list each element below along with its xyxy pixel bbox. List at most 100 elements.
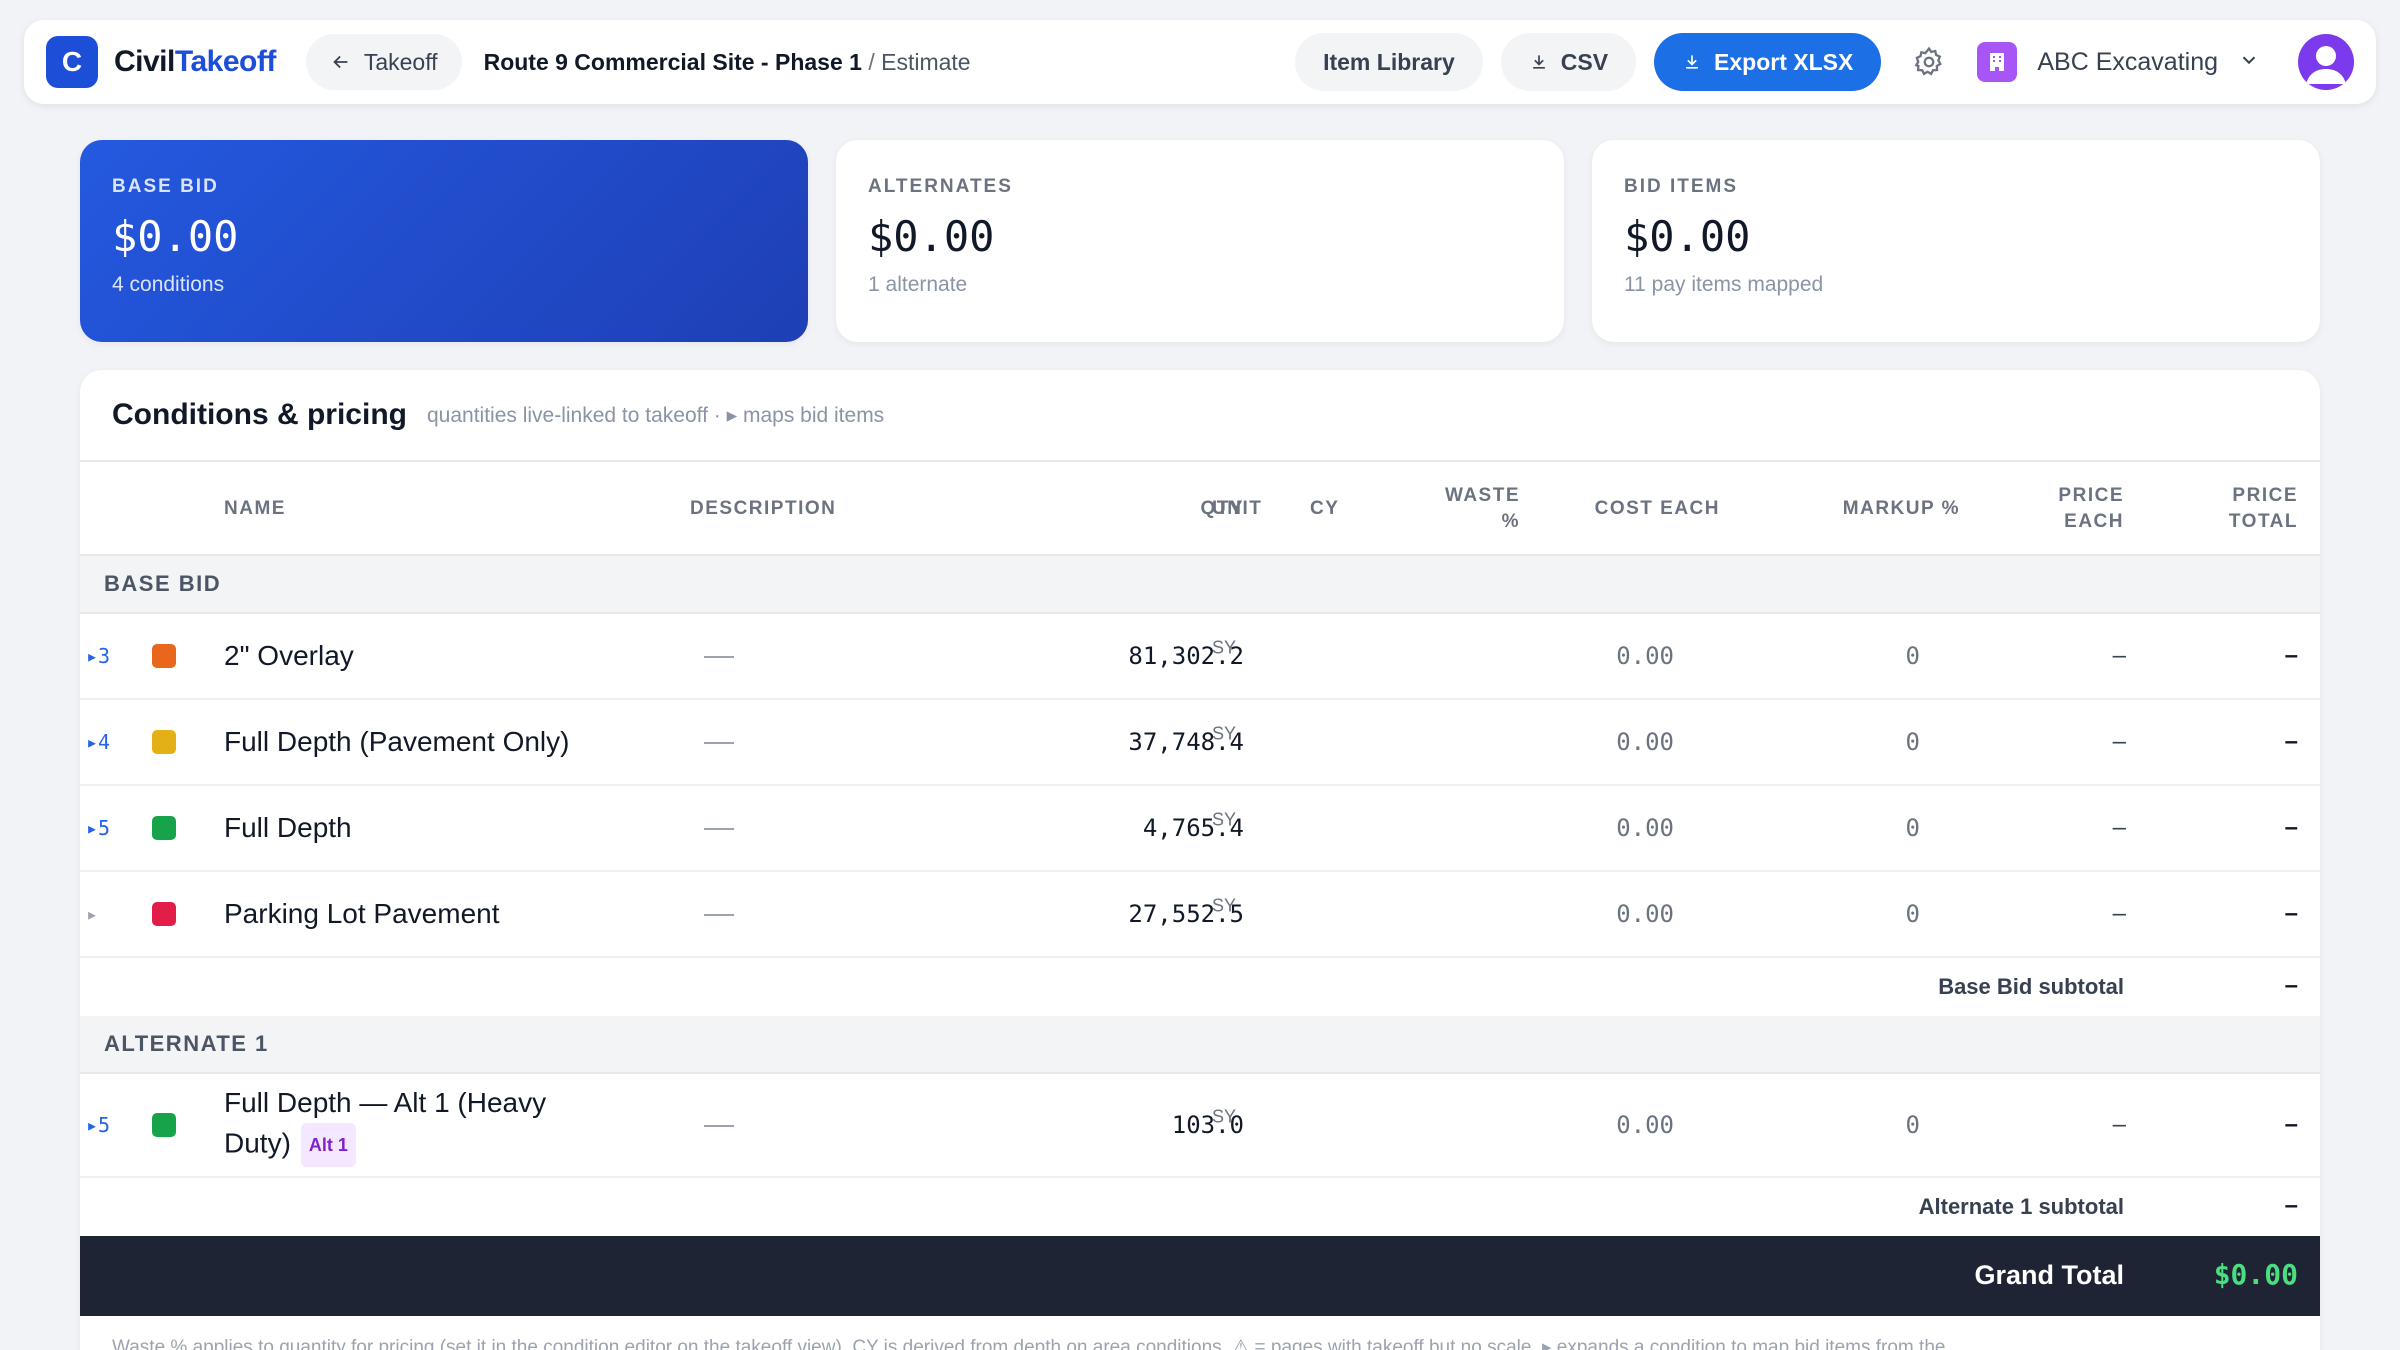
unit-value: SY <box>1212 809 1237 830</box>
cost-each-input[interactable]: 0.00 <box>1616 728 1674 756</box>
top-bar: C CivilTakeoff Takeoff Route 9 Commercia… <box>24 20 2376 104</box>
item-library-button[interactable]: Item Library <box>1295 33 1483 91</box>
card-sub: 1 alternate <box>868 273 968 296</box>
subtotal-value: – <box>2284 972 2298 999</box>
price-total: – <box>2284 728 2298 755</box>
col-cy[interactable]: CY <box>1310 496 1339 522</box>
alternate-1-subtotal-row: Alternate 1 subtotal – <box>80 1178 2320 1236</box>
export-xlsx-button[interactable]: Export XLSX <box>1654 33 1882 91</box>
unit-value: SY <box>1212 723 1237 744</box>
card-value: $0.00 <box>112 212 239 261</box>
alternates-card: ALTERNATES $0.00 1 alternate <box>836 140 1564 342</box>
csv-button[interactable]: CSV <box>1500 33 1637 91</box>
download-icon <box>1686 55 1698 69</box>
col-unit[interactable]: UNIT <box>1212 496 1262 522</box>
panel-header: Conditions & pricing quantities live-lin… <box>80 370 2320 462</box>
item-library-label: Item Library <box>1323 48 1455 75</box>
col-cost-each[interactable]: COST EACH <box>1595 496 1720 522</box>
breadcrumb: Route 9 Commercial Site - Phase 1 / Esti… <box>484 49 971 76</box>
cost-each-input[interactable]: 0.00 <box>1616 814 1674 842</box>
price-each: – <box>2112 900 2126 927</box>
export-xlsx-label: Export XLSX <box>1714 48 1854 75</box>
markup-input[interactable]: 0 <box>1906 1111 1920 1139</box>
price-total: – <box>2284 642 2298 669</box>
breadcrumb-page: Estimate <box>881 48 971 75</box>
price-each: – <box>2112 642 2126 669</box>
company-selector[interactable]: ABC Excavating <box>2037 48 2218 77</box>
markup-input[interactable]: 0 <box>1906 642 1920 670</box>
condition-name: Full Depth (Pavement Only) <box>224 726 570 757</box>
unit-value: SY <box>1212 895 1237 916</box>
expand-toggle[interactable]: ▸5 <box>86 1113 110 1137</box>
footnote: Waste % applies to quantity for pricing … <box>112 1337 1946 1350</box>
condition-color-swatch <box>152 1113 176 1137</box>
table-row[interactable]: ▸3 2" Overlay 81,302.2 SY 0.00 0 – – <box>80 614 2320 700</box>
table-row[interactable]: ▸5 Full Depth 4,765.4 SY 0.00 0 – – <box>80 786 2320 872</box>
cost-each-input[interactable]: 0.00 <box>1616 900 1674 928</box>
col-price-total[interactable]: PRICE TOTAL <box>2229 483 2298 535</box>
subtotal-label: Alternate 1 subtotal <box>1918 1194 2124 1219</box>
table-row[interactable]: ▸5 Full Depth — Alt 1 (Heavy Duty) Alt 1 … <box>80 1074 2320 1178</box>
markup-input[interactable]: 0 <box>1906 814 1920 842</box>
csv-label: CSV <box>1560 48 1609 75</box>
base-bid-card: BASE BID $0.00 4 conditions <box>80 140 808 342</box>
panel-subtitle: quantities live-linked to takeoff · ▸ ma… <box>426 403 885 427</box>
condition-color-swatch <box>152 644 176 668</box>
col-name[interactable]: NAME <box>224 496 286 522</box>
app-brand: CivilTakeoff <box>114 45 276 78</box>
breadcrumb-separator: / <box>868 48 875 75</box>
cost-each-input[interactable]: 0.00 <box>1616 1111 1674 1139</box>
col-waste[interactable]: WASTE% <box>1445 483 1520 535</box>
card-sub: 4 conditions <box>112 273 225 296</box>
card-value: $0.00 <box>1624 212 1751 261</box>
building-icon <box>1977 42 2018 82</box>
condition-name: Full Depth — Alt 1 (Heavy Duty) Alt 1 <box>224 1083 604 1167</box>
condition-color-swatch <box>152 730 176 754</box>
table-row[interactable]: ▸4 Full Depth (Pavement Only) 37,748.4 S… <box>80 700 2320 786</box>
condition-name: 2" Overlay <box>224 640 354 671</box>
expand-toggle[interactable]: ▸4 <box>86 730 110 754</box>
conditions-panel: Conditions & pricing quantities live-lin… <box>80 370 2320 1350</box>
price-total: – <box>2284 1111 2298 1138</box>
grand-total-label: Grand Total <box>1974 1260 2124 1290</box>
condition-color-swatch <box>152 816 176 840</box>
expand-toggle[interactable]: ▸ <box>86 902 98 926</box>
markup-input[interactable]: 0 <box>1906 900 1920 928</box>
condition-name: Parking Lot Pavement <box>224 898 500 929</box>
description-empty[interactable] <box>704 1125 734 1127</box>
cost-each-input[interactable]: 0.00 <box>1616 642 1674 670</box>
section-label: ALTERNATE 1 <box>104 1031 269 1056</box>
breadcrumb-project: Route 9 Commercial Site - Phase 1 <box>483 48 862 75</box>
bid-items-card: BID ITEMS $0.00 11 pay items mapped <box>1592 140 2320 342</box>
chevron-down-icon[interactable] <box>2238 49 2260 76</box>
description-empty[interactable] <box>704 828 734 830</box>
section-alternate-1: ALTERNATE 1 <box>80 1016 2320 1074</box>
description-empty[interactable] <box>704 656 734 658</box>
avatar[interactable] <box>2298 34 2354 90</box>
col-description[interactable]: DESCRIPTION <box>690 496 836 522</box>
col-price-each[interactable]: PRICE EACH <box>2058 483 2124 535</box>
price-each: – <box>2112 728 2126 755</box>
description-empty[interactable] <box>704 914 734 916</box>
markup-input[interactable]: 0 <box>1906 728 1920 756</box>
base-bid-subtotal-row: Base Bid subtotal – <box>80 958 2320 1016</box>
back-to-takeoff-button[interactable]: Takeoff <box>305 34 462 90</box>
grand-total-row: Grand Total $0.00 <box>80 1236 2320 1316</box>
description-empty[interactable] <box>704 742 734 744</box>
grand-total-value: $0.00 <box>2213 1258 2298 1291</box>
section-label: BASE BID <box>104 571 222 596</box>
unit-value: SY <box>1212 1106 1237 1127</box>
gear-icon[interactable] <box>1909 42 1949 82</box>
app-logo[interactable]: C <box>46 36 98 88</box>
panel-title: Conditions & pricing <box>112 398 407 431</box>
expand-toggle[interactable]: ▸3 <box>86 644 110 668</box>
subtotal-value: – <box>2284 1192 2298 1219</box>
unit-value: SY <box>1212 637 1237 658</box>
back-button-label: Takeoff <box>363 48 438 75</box>
card-sub: 11 pay items mapped <box>1624 273 1824 296</box>
expand-toggle[interactable]: ▸5 <box>86 816 110 840</box>
table-row[interactable]: ▸ Parking Lot Pavement 27,552.5 SY 0.00 … <box>80 872 2320 958</box>
card-label: BID ITEMS <box>1624 176 1739 197</box>
condition-name: Full Depth <box>224 812 352 843</box>
col-markup[interactable]: MARKUP % <box>1843 496 1960 522</box>
